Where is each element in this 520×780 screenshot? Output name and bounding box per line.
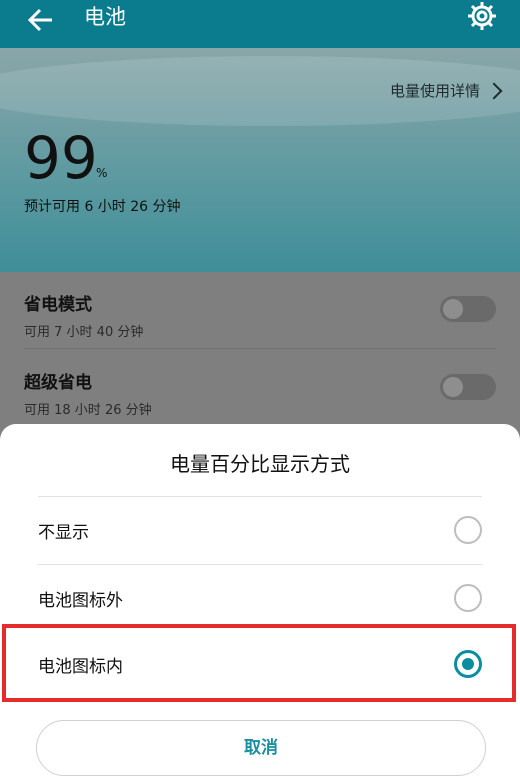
list-item-subtitle: 可用 7 小时 40 分钟 — [24, 325, 144, 340]
list-item-ultra-power-saving[interactable]: 超级省电 可用 18 小时 26 分钟 — [24, 368, 496, 418]
list-item-title: 超级省电 — [24, 373, 92, 393]
divider — [38, 496, 482, 497]
ultra-power-saving-toggle[interactable] — [440, 374, 496, 400]
page-title: 电池 — [84, 5, 126, 29]
app-bar: 电池 — [0, 0, 520, 48]
cancel-button[interactable]: 取消 — [36, 720, 486, 776]
radio-button[interactable] — [454, 516, 482, 544]
list-item-subtitle: 可用 18 小时 26 分钟 — [24, 403, 152, 418]
battery-percentage: 99 — [24, 124, 98, 192]
percentage-unit: % — [96, 166, 108, 180]
estimated-remaining-time: 预计可用 6 小时 26 分钟 — [24, 199, 181, 215]
option-label: 电池图标外 — [38, 591, 123, 611]
option-hidden[interactable]: 不显示 — [0, 498, 520, 564]
divider — [38, 564, 482, 565]
option-label: 不显示 — [38, 523, 89, 543]
list-item-title: 省电模式 — [24, 295, 92, 315]
power-saving-mode-toggle[interactable] — [440, 296, 496, 322]
list-item-power-saving-mode[interactable]: 省电模式 可用 7 小时 40 分钟 — [24, 290, 496, 340]
toggle-knob — [443, 299, 463, 319]
battery-usage-details-label: 电量使用详情 — [389, 82, 480, 100]
option-outside-battery-icon[interactable]: 电池图标外 — [0, 566, 520, 632]
divider — [24, 348, 496, 349]
toggle-knob — [443, 377, 463, 397]
highlight-box — [2, 624, 516, 702]
radio-button[interactable] — [454, 584, 482, 612]
gear-icon[interactable] — [466, 0, 498, 32]
battery-usage-details-link[interactable]: 电量使用详情 — [389, 80, 503, 101]
chevron-right-icon — [485, 82, 503, 99]
battery-summary: 电量使用详情 99 % 预计可用 6 小时 26 分钟 — [0, 48, 520, 272]
back-arrow-icon[interactable] — [24, 4, 56, 36]
dialog-title: 电量百分比显示方式 — [170, 452, 350, 476]
